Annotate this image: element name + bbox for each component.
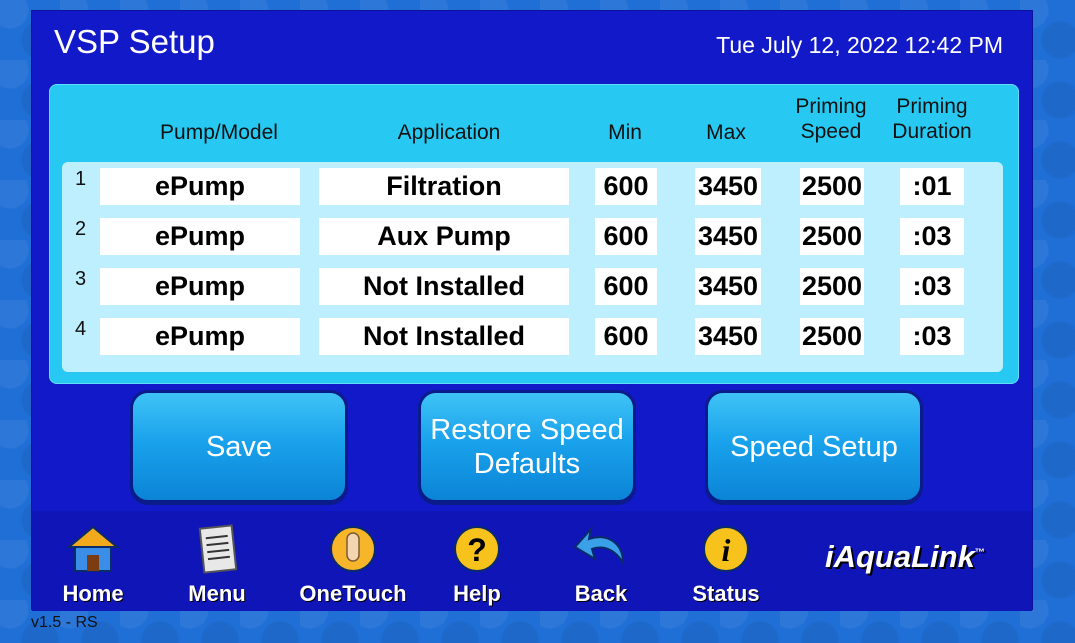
application-field[interactable]: Aux Pump — [319, 218, 569, 255]
nav-home-label: Home — [62, 581, 124, 606]
datetime-display: Tue July 12, 2022 12:42 PM — [716, 32, 1003, 58]
title-bar: VSP Setup Tue July 12, 2022 12:42 PM — [32, 11, 1032, 73]
table-row: 2 ePump Aux Pump 600 3450 2500 :03 — [62, 212, 1003, 255]
restore-speed-defaults-button[interactable]: Restore Speed Defaults — [418, 390, 636, 503]
table-row: 4 ePump Not Installed 600 3450 2500 :03 — [62, 312, 1003, 355]
pump-model-field[interactable]: ePump — [100, 318, 300, 355]
iaqualink-logo: iAquaLink™ — [825, 539, 985, 574]
speed-setup-button[interactable]: Speed Setup — [705, 390, 923, 503]
menu-icon — [192, 523, 242, 580]
row-number: 1 — [75, 168, 87, 190]
svg-text:?: ? — [467, 532, 487, 568]
priming-duration-field[interactable]: :03 — [900, 318, 964, 355]
pump-model-field[interactable]: ePump — [100, 268, 300, 305]
nav-menu-label: Menu — [188, 581, 246, 606]
priming-duration-field[interactable]: :03 — [900, 218, 964, 255]
onetouch-icon — [328, 523, 378, 580]
header-min: Min — [608, 121, 642, 144]
header-pump-model: Pump/Model — [160, 121, 278, 144]
table-row: 1 ePump Filtration 600 3450 2500 :01 — [62, 162, 1003, 205]
pump-model-field[interactable]: ePump — [100, 168, 300, 205]
pump-model-field[interactable]: ePump — [100, 218, 300, 255]
application-field[interactable]: Not Installed — [319, 318, 569, 355]
nav-status[interactable]: i Status — [671, 521, 781, 609]
pump-table: Pump/Model Application Min Max Priming S… — [49, 84, 1019, 384]
nav-help-label: Help — [453, 581, 501, 606]
min-speed-field[interactable]: 600 — [595, 168, 657, 205]
nav-onetouch[interactable]: OneTouch — [298, 521, 408, 609]
back-icon — [571, 523, 631, 580]
priming-speed-field[interactable]: 2500 — [800, 268, 864, 305]
max-speed-field[interactable]: 3450 — [695, 318, 761, 355]
nav-home[interactable]: Home — [38, 521, 148, 609]
status-icon: i — [701, 523, 751, 580]
max-speed-field[interactable]: 3450 — [695, 218, 761, 255]
max-speed-field[interactable]: 3450 — [695, 268, 761, 305]
page-title: VSP Setup — [54, 23, 215, 60]
nav-back-label: Back — [574, 581, 628, 606]
nav-help[interactable]: ? Help — [422, 521, 532, 609]
nav-onetouch-label: OneTouch — [299, 581, 407, 606]
save-button[interactable]: Save — [130, 390, 348, 503]
pump-rows: 1 ePump Filtration 600 3450 2500 :01 2 e… — [62, 162, 1003, 372]
priming-duration-field[interactable]: :01 — [900, 168, 964, 205]
header-application: Application — [397, 121, 501, 144]
nav-status-label: Status — [692, 581, 760, 606]
application-field[interactable]: Not Installed — [319, 268, 569, 305]
min-speed-field[interactable]: 600 — [595, 218, 657, 255]
min-speed-field[interactable]: 600 — [595, 318, 657, 355]
header-priming-speed: Priming Speed — [795, 95, 867, 143]
min-speed-field[interactable]: 600 — [595, 268, 657, 305]
nav-back[interactable]: Back — [546, 521, 656, 609]
application-field[interactable]: Filtration — [319, 168, 569, 205]
home-icon — [65, 523, 121, 580]
nav-menu[interactable]: Menu — [162, 521, 272, 609]
priming-speed-field[interactable]: 2500 — [800, 168, 864, 205]
priming-speed-field[interactable]: 2500 — [800, 318, 864, 355]
vsp-setup-panel: VSP Setup Tue July 12, 2022 12:42 PM Pum… — [31, 10, 1033, 611]
priming-duration-field[interactable]: :03 — [900, 268, 964, 305]
version-label: v1.5 - RS — [31, 614, 98, 631]
row-number: 3 — [75, 268, 87, 290]
help-icon: ? — [452, 523, 502, 580]
max-speed-field[interactable]: 3450 — [695, 168, 761, 205]
row-number: 4 — [75, 318, 87, 340]
table-row: 3 ePump Not Installed 600 3450 2500 :03 — [62, 262, 1003, 305]
header-max: Max — [706, 121, 746, 144]
row-number: 2 — [75, 218, 87, 240]
priming-speed-field[interactable]: 2500 — [800, 218, 864, 255]
header-priming-duration: Priming Duration — [892, 95, 972, 143]
svg-text:i: i — [722, 532, 731, 568]
